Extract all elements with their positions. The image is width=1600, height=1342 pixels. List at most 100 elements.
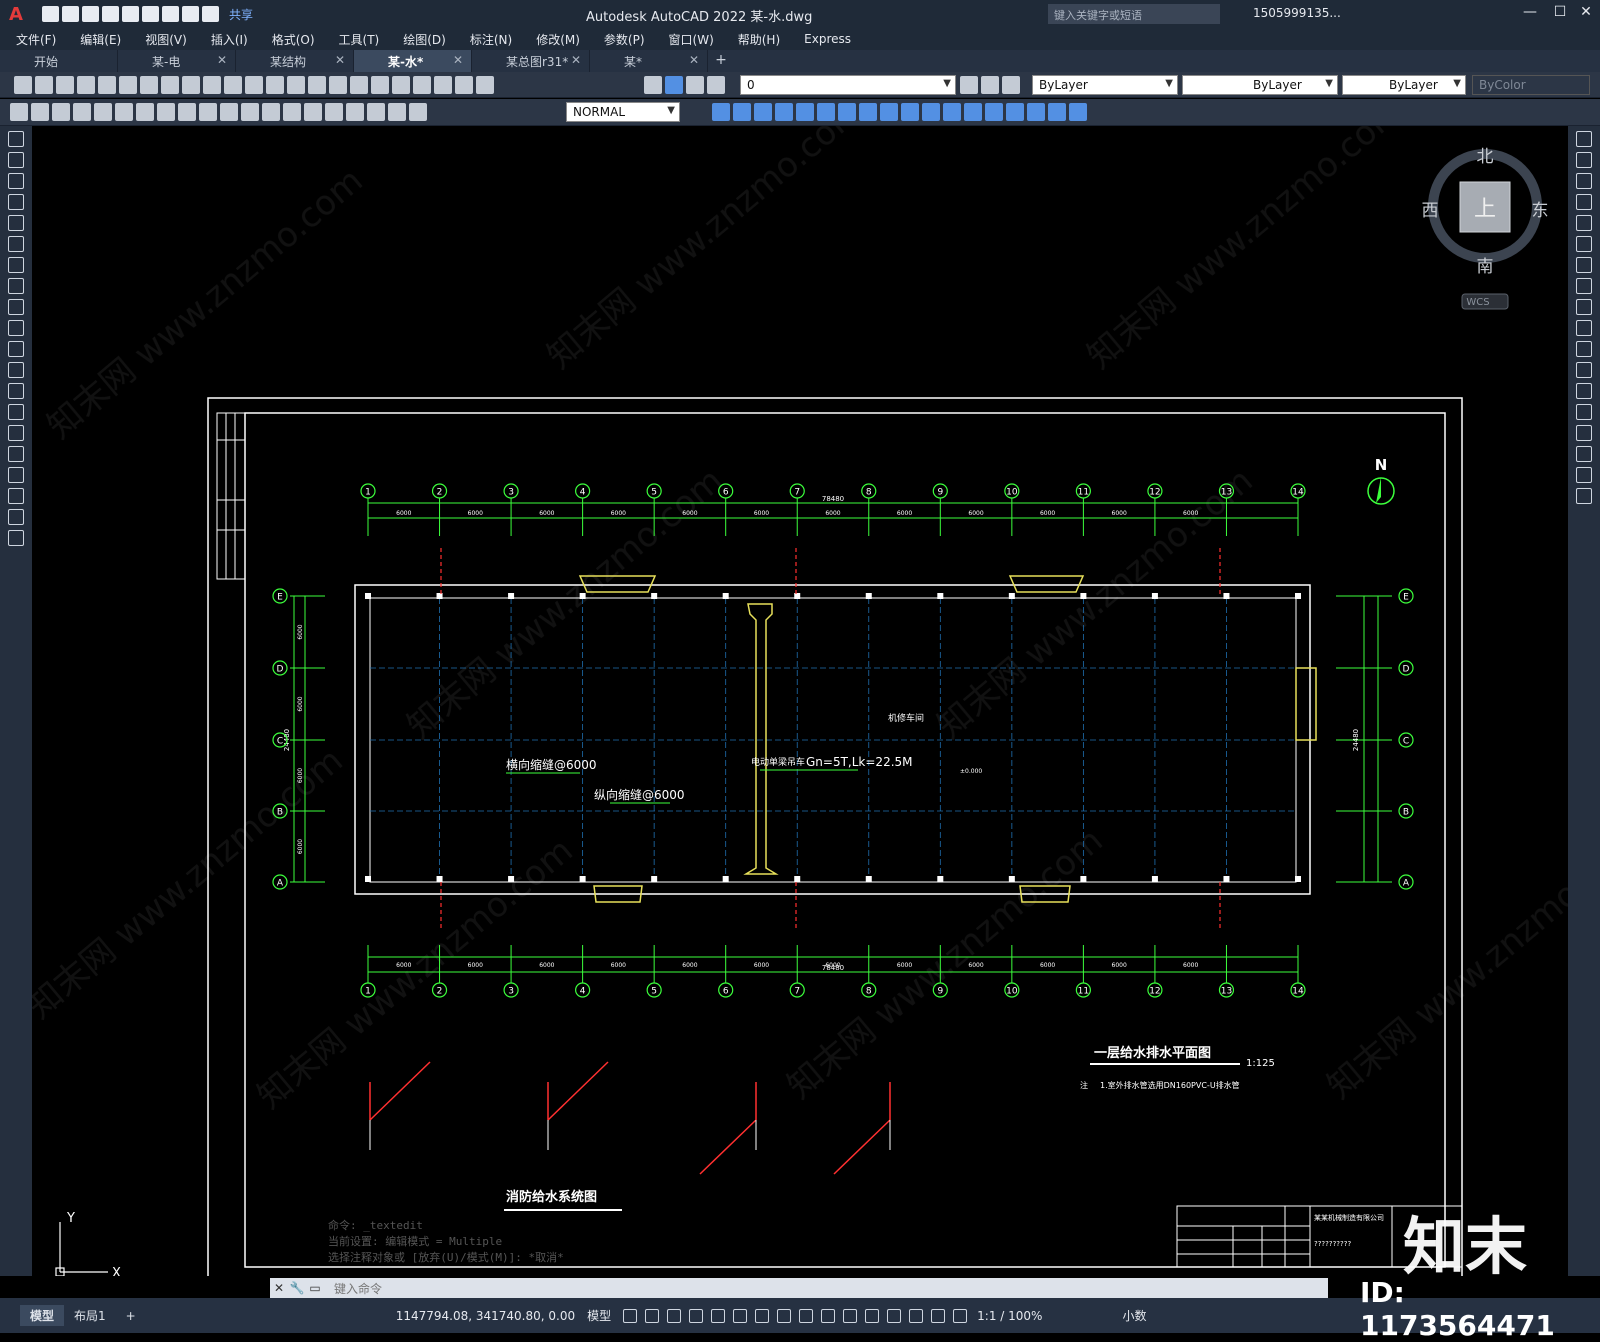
customize-wrench-icon[interactable]: 🔧: [288, 1281, 306, 1295]
hatch-icon[interactable]: [8, 425, 24, 441]
print-preview-icon[interactable]: [122, 6, 139, 22]
user-account-button[interactable]: 1505999135...: [1253, 6, 1341, 20]
tab-water[interactable]: 某-水* ✕: [354, 50, 472, 72]
center-mark-icon[interactable]: [304, 103, 322, 121]
selection-cycling-icon[interactable]: [821, 1308, 836, 1323]
new-file-icon[interactable]: [42, 6, 59, 22]
menu-modify[interactable]: 修改(M): [536, 31, 580, 48]
zoom-realtime-icon[interactable]: [287, 76, 305, 94]
viewcube[interactable]: 上 北 南 东 西 WCS: [1422, 147, 1549, 310]
new-tab-button[interactable]: +: [708, 50, 734, 72]
fillet-icon[interactable]: [1006, 103, 1024, 121]
coordinate-readout[interactable]: 1147794.08, 341740.80, 0.00: [396, 1309, 575, 1323]
menu-format[interactable]: 格式(O): [272, 31, 315, 48]
tolerance-icon[interactable]: [283, 103, 301, 121]
grid-icon[interactable]: [623, 1308, 638, 1323]
radius-icon[interactable]: [94, 103, 112, 121]
units-button[interactable]: 小数: [1122, 1307, 1146, 1324]
circle-icon[interactable]: [8, 257, 24, 273]
restore-button[interactable]: ☐: [1550, 4, 1570, 24]
tab-site-plan[interactable]: 某总图r31* ✕: [472, 50, 590, 72]
chamfer-icon[interactable]: [1576, 425, 1592, 441]
continue-icon[interactable]: [220, 103, 238, 121]
ortho-icon[interactable]: [667, 1308, 682, 1323]
linetype-dropdown[interactable]: ByLayer ▼: [1182, 75, 1338, 95]
tab-other[interactable]: 某* ✕: [590, 50, 708, 72]
sheet-set-icon[interactable]: [413, 76, 431, 94]
new-icon[interactable]: [14, 76, 32, 94]
menu-draw[interactable]: 绘图(D): [403, 31, 446, 48]
dim-edit-icon[interactable]: [367, 103, 385, 121]
spline-icon[interactable]: [8, 299, 24, 315]
export-icon[interactable]: [142, 6, 159, 22]
lineweight-icon[interactable]: [777, 1308, 792, 1323]
array-icon[interactable]: [1576, 215, 1592, 231]
line-icon[interactable]: [8, 131, 24, 147]
extend-icon[interactable]: [1576, 341, 1592, 357]
layer-previous-icon[interactable]: [981, 76, 999, 94]
menu-view[interactable]: 视图(V): [145, 31, 187, 48]
ellipse-icon[interactable]: [8, 320, 24, 336]
menu-help[interactable]: 帮助(H): [738, 31, 780, 48]
gradient-icon[interactable]: [8, 446, 24, 462]
object-snap-tracking-icon[interactable]: [733, 1308, 748, 1323]
move-icon[interactable]: [1576, 236, 1592, 252]
close-button[interactable]: ✕: [1576, 4, 1596, 24]
menu-edit[interactable]: 编辑(E): [80, 31, 121, 48]
insert-block-icon[interactable]: [8, 362, 24, 378]
close-tab-icon[interactable]: ✕: [571, 53, 581, 67]
snap-icon[interactable]: [645, 1308, 660, 1323]
object-snap-icon[interactable]: [755, 1308, 770, 1323]
undo-icon[interactable]: [224, 76, 242, 94]
pan-icon[interactable]: [266, 76, 284, 94]
zoom-previous-icon[interactable]: [329, 76, 347, 94]
3d-osnap-icon[interactable]: [843, 1308, 858, 1323]
plot-icon[interactable]: [77, 76, 95, 94]
ellipse-arc-icon[interactable]: [8, 341, 24, 357]
calculator-icon[interactable]: [455, 76, 473, 94]
explode-icon[interactable]: [1027, 103, 1045, 121]
open-icon[interactable]: [35, 76, 53, 94]
aligned-dim-icon[interactable]: [31, 103, 49, 121]
menu-parameters[interactable]: 参数(P): [604, 31, 645, 48]
dim-space-icon[interactable]: [241, 103, 259, 121]
tab-start[interactable]: 开始: [0, 50, 118, 72]
rotate-icon[interactable]: [838, 103, 856, 121]
layer-on-icon[interactable]: [665, 76, 683, 94]
close-tab-icon[interactable]: ✕: [217, 53, 227, 67]
mirror-icon[interactable]: [754, 103, 772, 121]
tab-structure[interactable]: 某结构 ✕: [236, 50, 354, 72]
save-as-icon[interactable]: [102, 6, 119, 22]
add-layout-button[interactable]: +: [116, 1307, 146, 1325]
add-selected-icon[interactable]: [8, 530, 24, 546]
menu-dimension[interactable]: 标注(N): [470, 31, 512, 48]
copy-object-icon[interactable]: [733, 103, 751, 121]
fillet-icon[interactable]: [1576, 446, 1592, 462]
search-input[interactable]: 键入关键字或短语: [1048, 4, 1220, 24]
annotation-visibility-icon[interactable]: [931, 1308, 946, 1323]
rectangle-icon[interactable]: [8, 215, 24, 231]
explode-icon[interactable]: [1576, 488, 1592, 504]
copy-icon[interactable]: [161, 76, 179, 94]
save-icon[interactable]: [56, 76, 74, 94]
layer-properties-icon[interactable]: [644, 76, 662, 94]
close-command-icon[interactable]: ✕: [270, 1281, 288, 1295]
mirror-icon[interactable]: [1576, 173, 1592, 189]
dim-text-edit-icon[interactable]: [388, 103, 406, 121]
angular-icon[interactable]: [157, 103, 175, 121]
ordinate-icon[interactable]: [73, 103, 91, 121]
erase-icon[interactable]: [1576, 131, 1592, 147]
close-tab-icon[interactable]: ✕: [689, 53, 699, 67]
blend-icon[interactable]: [1576, 467, 1592, 483]
save-icon[interactable]: [82, 6, 99, 22]
inspection-icon[interactable]: [325, 103, 343, 121]
menu-insert[interactable]: 插入(I): [211, 31, 248, 48]
linear-dim-icon[interactable]: [10, 103, 28, 121]
polyline-icon[interactable]: [8, 173, 24, 189]
layer-state-icon[interactable]: [1002, 76, 1020, 94]
menu-express[interactable]: Express: [804, 32, 851, 46]
scale-icon[interactable]: [859, 103, 877, 121]
layer-freeze-icon[interactable]: [686, 76, 704, 94]
region-icon[interactable]: [8, 467, 24, 483]
zoom-window-icon[interactable]: [308, 76, 326, 94]
